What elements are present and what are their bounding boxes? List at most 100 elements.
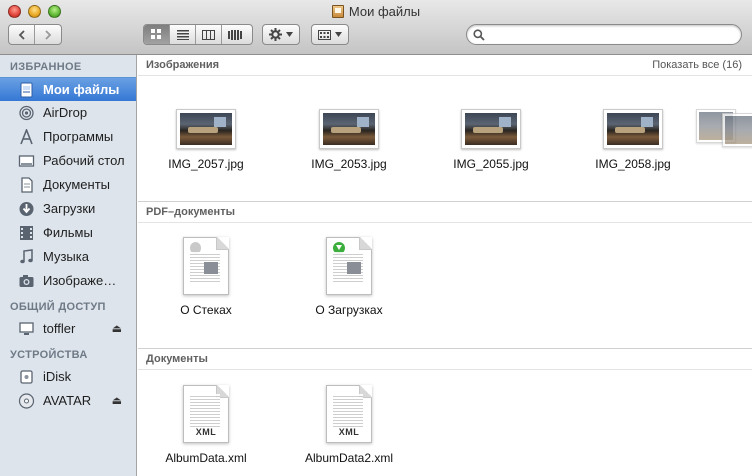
coverflow-view-button[interactable] — [222, 25, 248, 44]
sidebar-item-avatar[interactable]: AVATAR ⏏ — [0, 389, 136, 413]
chevron-down-icon — [286, 32, 293, 37]
section-title: PDF–документы — [146, 206, 235, 218]
sidebar-item-label: toffler — [43, 321, 76, 336]
file-item[interactable]: IMG_2055.jpg — [431, 107, 551, 177]
chevron-right-icon — [45, 29, 52, 40]
finder-window: Мои файлы ИЗБРАННОЕ Мои файлы AirDrop Пр… — [0, 0, 752, 476]
section-header-images: Изображения Показать все (16) — [138, 55, 752, 76]
sidebar-item-label: AirDrop — [43, 105, 88, 120]
sidebar-item-label: Музыка — [43, 249, 89, 264]
file-item[interactable]: XML AlbumData.xml — [146, 383, 266, 469]
movies-icon — [20, 226, 33, 240]
xml-document-icon: XML — [326, 385, 372, 443]
file-name: AlbumData.xml — [165, 451, 247, 465]
file-name: IMG_2058.jpg — [595, 157, 671, 171]
all-my-files-icon — [20, 82, 33, 98]
sidebar-item-label: Изображе… — [43, 273, 117, 288]
file-type-tag: XML — [195, 427, 217, 437]
sidebar-item-applications[interactable]: Программы — [0, 125, 136, 149]
coverflow-view-icon — [228, 29, 242, 40]
column-view-button[interactable] — [196, 25, 222, 44]
sidebar-header-favorites: ИЗБРАННОЕ — [10, 61, 82, 73]
sidebar-item-label: Документы — [43, 177, 111, 192]
image-stack-peek[interactable] — [696, 105, 752, 153]
titlebar: Мои файлы — [0, 0, 752, 55]
search-input[interactable] — [489, 27, 735, 42]
eject-icon[interactable]: ⏏ — [112, 317, 122, 341]
image-thumbnail — [461, 109, 521, 149]
disc-icon — [18, 393, 35, 409]
documents-icon — [21, 177, 33, 193]
window-title: Мои файлы — [0, 3, 752, 21]
sidebar-item-toffler[interactable]: toffler ⏏ — [0, 317, 136, 341]
file-item[interactable]: О Загрузках — [289, 235, 409, 321]
file-name: IMG_2053.jpg — [311, 157, 387, 171]
computer-icon — [19, 322, 34, 335]
show-all-link[interactable]: Показать все (16) — [652, 55, 742, 76]
pictures-icon — [19, 275, 34, 287]
pdf-document-icon — [183, 237, 229, 295]
file-item[interactable]: IMG_2053.jpg — [289, 107, 409, 177]
icon-view-icon — [151, 29, 161, 39]
list-view-icon — [176, 29, 189, 40]
section-title: Документы — [146, 353, 208, 365]
forward-button[interactable] — [35, 25, 61, 44]
pdf-document-icon — [326, 237, 372, 295]
file-name: О Стеках — [180, 303, 232, 317]
file-item[interactable]: О Стеках — [146, 235, 266, 321]
file-item[interactable]: IMG_2057.jpg — [146, 107, 266, 177]
file-name: IMG_2055.jpg — [453, 157, 529, 171]
sidebar-item-music[interactable]: Музыка — [0, 245, 136, 269]
icon-view-button[interactable] — [144, 25, 170, 44]
sidebar-item-label: Мои файлы — [43, 82, 120, 97]
image-thumbnail — [176, 109, 236, 149]
image-thumbnail — [603, 109, 663, 149]
gear-icon — [269, 28, 282, 41]
sidebar-item-idisk[interactable]: iDisk — [0, 365, 136, 389]
sidebar-item-airdrop[interactable]: AirDrop — [0, 101, 136, 125]
downloads-icon — [19, 202, 34, 216]
sidebar-item-all-my-files[interactable]: Мои файлы — [0, 77, 136, 101]
airdrop-icon — [19, 105, 34, 121]
file-type-tag: XML — [338, 427, 360, 437]
section-header-documents: Документы — [138, 349, 752, 370]
applications-icon — [20, 129, 33, 145]
sidebar-item-pictures[interactable]: Изображе… — [0, 269, 136, 293]
sidebar-item-label: Рабочий стол — [43, 153, 125, 168]
action-menu-button[interactable] — [262, 24, 300, 45]
sidebar-item-documents[interactable]: Документы — [0, 173, 136, 197]
sidebar-item-desktop[interactable]: Рабочий стол — [0, 149, 136, 173]
sidebar-item-label: Загрузки — [43, 201, 96, 216]
sidebar: ИЗБРАННОЕ Мои файлы AirDrop Программы Ра… — [0, 55, 137, 476]
sidebar-item-label: Программы — [43, 129, 114, 144]
file-name: IMG_2057.jpg — [168, 157, 244, 171]
sidebar-item-downloads[interactable]: Загрузки — [0, 197, 136, 221]
chevron-down-icon — [335, 32, 342, 37]
column-view-icon — [202, 29, 215, 40]
sidebar-item-movies[interactable]: Фильмы — [0, 221, 136, 245]
search-icon — [473, 29, 485, 41]
chevron-left-icon — [18, 29, 25, 40]
eject-icon[interactable]: ⏏ — [112, 389, 122, 413]
section-header-pdf: PDF–документы — [138, 202, 752, 223]
music-icon — [20, 249, 33, 264]
desktop-icon — [18, 155, 35, 167]
window-title-text: Мои файлы — [348, 4, 421, 19]
image-thumbnail — [319, 109, 379, 149]
file-name: О Загрузках — [315, 303, 383, 317]
back-forward-control — [8, 24, 62, 45]
section-title: Изображения — [146, 59, 220, 71]
list-view-button[interactable] — [170, 25, 196, 44]
all-my-files-icon — [331, 5, 344, 18]
back-button[interactable] — [9, 25, 35, 44]
file-item[interactable]: XML AlbumData2.xml — [289, 383, 409, 469]
sidebar-item-label: iDisk — [43, 369, 72, 384]
sidebar-item-label: AVATAR — [43, 393, 92, 408]
arrange-menu-button[interactable] — [311, 24, 349, 45]
idisk-icon — [20, 370, 33, 384]
sidebar-header-devices: УСТРОЙСТВА — [10, 349, 88, 361]
search-field[interactable] — [466, 24, 742, 45]
file-browser: Изображения Показать все (16) IMG_2057.j… — [138, 55, 752, 476]
view-mode-control — [143, 24, 253, 45]
file-item[interactable]: IMG_2058.jpg — [573, 107, 693, 177]
